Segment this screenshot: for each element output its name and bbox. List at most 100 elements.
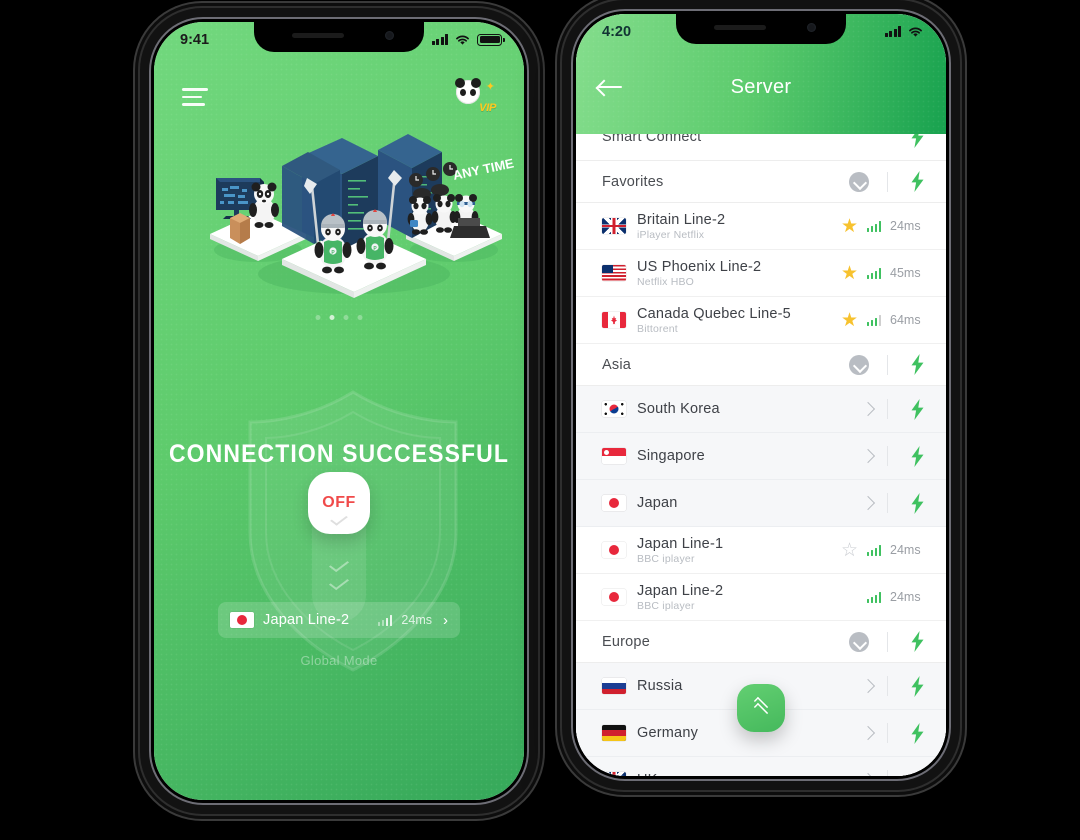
row-country[interactable]: Japan xyxy=(576,480,946,527)
chevron-right-icon[interactable] xyxy=(849,775,887,776)
status-icons xyxy=(431,33,505,46)
row-country[interactable]: South Korea xyxy=(576,386,946,433)
quick-connect-button[interactable] xyxy=(888,492,946,514)
quick-connect-button[interactable] xyxy=(888,354,946,375)
section-header-asia[interactable]: Asia xyxy=(576,344,946,386)
carousel-dot[interactable] xyxy=(357,315,363,320)
server-tags: iPlayer Netflix xyxy=(637,228,705,241)
favorite-star-icon-filled[interactable]: ★ xyxy=(833,217,867,236)
section-header-favorites[interactable]: Favorites xyxy=(576,161,946,203)
server-screen: 4:20 Server Smart Connect Favorites Brit… xyxy=(576,14,946,776)
lightning-bolt-icon xyxy=(911,398,923,420)
panda-vip-icon[interactable]: ✦ VIP xyxy=(454,78,496,114)
illustration-svg: P P ANY TIME xyxy=(210,134,516,298)
server-nav-bar: Server xyxy=(576,64,946,110)
isometric-server-pandas-illustration: P P ANY TIME xyxy=(154,122,524,320)
chevron-right-icon[interactable] xyxy=(849,498,887,508)
country-name: Russia xyxy=(637,678,683,694)
server-ping: 64ms xyxy=(890,313,921,327)
country-name: Germany xyxy=(637,725,699,741)
row-actions xyxy=(849,757,946,776)
svg-text:ANY TIME: ANY TIME xyxy=(452,155,516,183)
section-header-europe[interactable]: Europe xyxy=(576,621,946,663)
flag-us-icon xyxy=(602,265,626,281)
chevron-right-icon[interactable] xyxy=(849,681,887,691)
scroll-to-top-button[interactable] xyxy=(737,684,785,732)
hamburger-menu-icon[interactable] xyxy=(182,88,208,106)
row-actions xyxy=(849,433,946,479)
row-main: Asia xyxy=(602,357,849,373)
cellular-bars-icon xyxy=(431,34,448,45)
row-server[interactable]: Japan Line-2BBC iplayer☆24ms xyxy=(576,574,946,621)
row-main: Japan Line-1 BBC iplayer xyxy=(602,536,833,565)
country-name: Singapore xyxy=(637,448,705,464)
server-ping: 45ms xyxy=(890,266,921,280)
server-ping: 24ms xyxy=(890,590,921,604)
carousel-dot[interactable] xyxy=(315,315,321,320)
flag-jp-icon xyxy=(230,612,254,628)
server-list[interactable]: Smart Connect Favorites Britain Line-2 iPla… xyxy=(576,114,946,776)
favorite-star-icon-filled[interactable]: ★ xyxy=(833,311,867,330)
status-time: 4:20 xyxy=(602,23,632,40)
quick-connect-button[interactable] xyxy=(888,171,946,192)
lightning-bolt-icon xyxy=(911,171,923,192)
latency-group: 24ms xyxy=(866,219,947,233)
mode-label[interactable]: Global Mode xyxy=(154,653,524,668)
row-main: Favorites xyxy=(602,174,849,190)
carousel-dot-active[interactable] xyxy=(329,315,335,320)
carousel-dots[interactable] xyxy=(315,315,363,320)
lightning-bolt-icon xyxy=(911,445,923,467)
selected-server-name: Japan Line-2 xyxy=(263,612,350,628)
carousel-dot[interactable] xyxy=(343,315,349,320)
row-server[interactable]: Britain Line-2 iPlayer Netflix ★ 24ms xyxy=(576,203,946,250)
signal-strength-icon xyxy=(866,267,881,279)
section-label: Europe xyxy=(602,633,650,650)
server-ping: 24ms xyxy=(890,543,921,557)
row-actions xyxy=(849,161,946,202)
front-camera xyxy=(385,31,394,40)
chevron-down-circle-icon[interactable] xyxy=(849,631,869,652)
favorite-star-icon-outline[interactable]: ☆ xyxy=(833,541,867,560)
selected-server-button[interactable]: Japan Line-2 24ms › xyxy=(218,602,460,638)
flag-gb-icon xyxy=(602,772,626,776)
power-toggle-button[interactable]: OFF xyxy=(308,472,370,534)
flag-jp-icon xyxy=(602,589,626,605)
vip-label: VIP xyxy=(479,102,496,114)
row-main: Japan Line-2 BBC iplayer xyxy=(602,583,833,612)
quick-connect-button[interactable] xyxy=(888,675,946,697)
server-tags: Bittorent xyxy=(637,322,678,335)
quick-connect-button[interactable] xyxy=(888,631,946,652)
signal-strength-icon xyxy=(866,544,881,556)
back-arrow-icon[interactable] xyxy=(598,78,624,96)
chevron-down-icon xyxy=(331,560,347,569)
earpiece-speaker xyxy=(714,25,766,30)
chevron-down-circle-icon[interactable] xyxy=(849,171,869,192)
favorite-star-icon-filled[interactable]: ★ xyxy=(833,264,867,283)
row-actions: ★ 24ms xyxy=(833,203,947,249)
row-main: Canada Quebec Line-5 Bittorent xyxy=(602,306,833,335)
row-actions xyxy=(849,621,946,662)
chevron-right-icon[interactable] xyxy=(849,451,887,461)
row-actions: ☆24ms xyxy=(833,574,947,620)
flag-jp-icon xyxy=(602,542,626,558)
chevron-right-icon: › xyxy=(443,611,448,629)
row-country[interactable]: UK xyxy=(576,757,946,776)
quick-connect-button[interactable] xyxy=(888,722,946,744)
quick-connect-button[interactable] xyxy=(888,398,946,420)
row-main: Singapore xyxy=(602,448,849,464)
row-server[interactable]: Japan Line-1 BBC iplayer ☆ 24ms xyxy=(576,527,946,574)
row-country[interactable]: Singapore xyxy=(576,433,946,480)
row-main: UK xyxy=(602,772,849,776)
chevron-down-circle-icon[interactable] xyxy=(849,354,869,375)
row-actions xyxy=(849,386,946,432)
country-name: UK xyxy=(637,772,658,776)
chevron-right-icon[interactable] xyxy=(849,728,887,738)
server-name: Japan Line-2 xyxy=(637,582,724,599)
signal-strength-icon xyxy=(866,220,881,232)
row-server[interactable]: US Phoenix Line-2 Netflix HBO ★ 45ms xyxy=(576,250,946,297)
quick-connect-button[interactable] xyxy=(888,769,946,776)
chevron-right-icon[interactable] xyxy=(849,404,887,414)
row-server[interactable]: Canada Quebec Line-5 Bittorent ★ 64ms xyxy=(576,297,946,344)
lightning-bolt-icon xyxy=(914,769,920,776)
quick-connect-button[interactable] xyxy=(888,445,946,467)
